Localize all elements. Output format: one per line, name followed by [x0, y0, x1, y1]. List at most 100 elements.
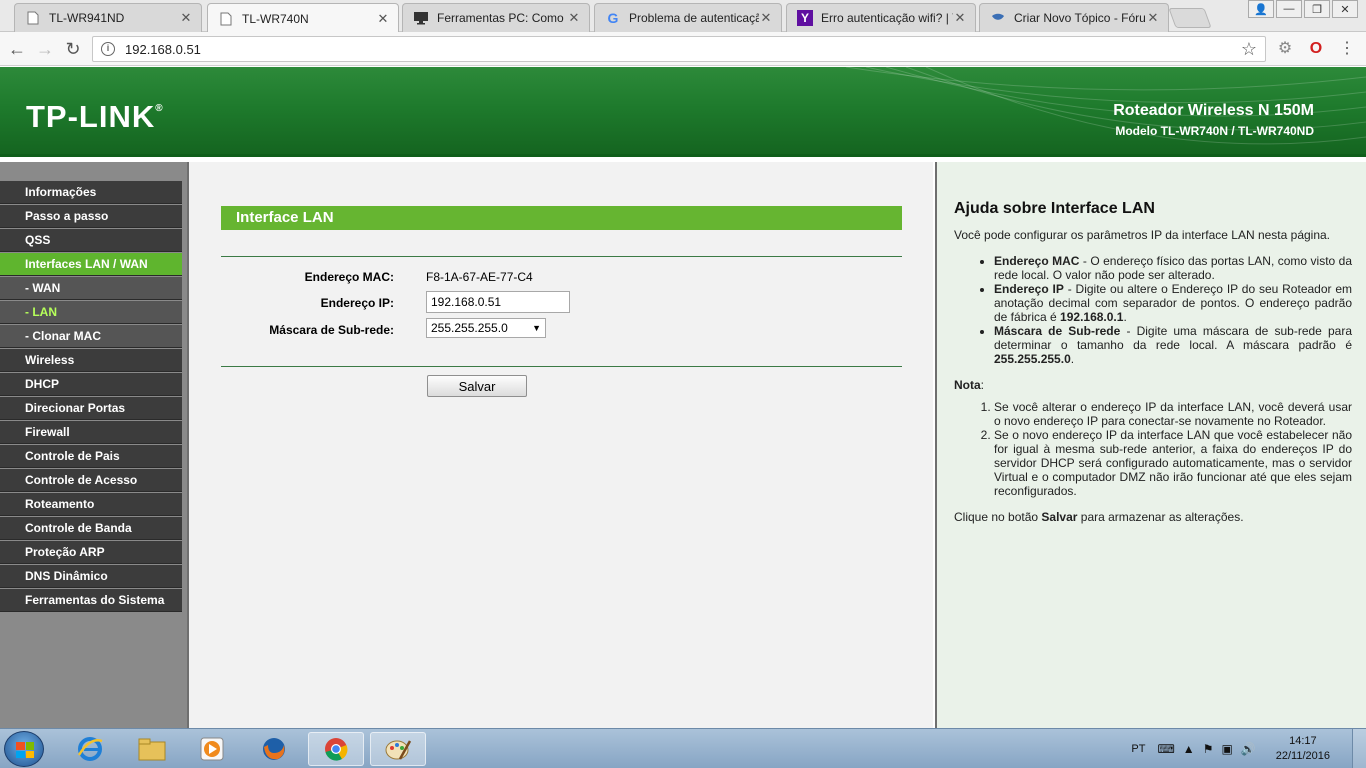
tab-tl-wr740n[interactable]: TL-WR740N ✕: [207, 3, 399, 33]
extension-icon[interactable]: ⚙: [1274, 38, 1296, 60]
action-center-icon[interactable]: ⚑: [1203, 742, 1214, 756]
close-icon[interactable]: ✕: [567, 11, 581, 25]
mac-value: F8-1A-67-AE-77-C4: [426, 270, 533, 284]
tab-problema-autenticacao[interactable]: G Problema de autenticaçã ✕: [594, 3, 782, 32]
address-bar[interactable]: i 192.168.0.51 ☆: [92, 36, 1266, 62]
mask-label: Máscara de Sub-rede:: [269, 323, 394, 337]
sidebar-item-roteamento[interactable]: Roteamento: [0, 493, 182, 516]
help-bullet: Endereço MAC - O endereço físico das por…: [994, 254, 1352, 282]
tab-title: Problema de autenticaçã: [629, 11, 759, 25]
sidebar-item-dns-dinâmico[interactable]: DNS Dinâmico: [0, 565, 182, 588]
sidebar-item-firewall[interactable]: Firewall: [0, 421, 182, 444]
main-content: Interface LAN Endereço MAC: F8-1A-67-AE-…: [187, 162, 933, 728]
help-note: Se você alterar o endereço IP da interfa…: [994, 400, 1352, 428]
sidebar-item-qss[interactable]: QSS: [0, 229, 182, 252]
subnet-mask-select[interactable]: 255.255.255.0 ▼: [426, 318, 546, 338]
tab-ferramentas-pc[interactable]: Ferramentas PC: Como li ✕: [402, 3, 590, 32]
windows-logo-icon: [16, 742, 34, 758]
product-line: Roteador Wireless N 150M: [1113, 102, 1314, 119]
sidebar-menu: Informações Passo a passo QSS Interfaces LA…: [0, 181, 182, 613]
subnet-mask-value: 255.255.255.0: [431, 321, 508, 335]
tab-title: Erro autenticação wifi? | Y: [821, 11, 953, 25]
paint-icon[interactable]: [370, 732, 426, 766]
ie-icon[interactable]: [62, 732, 118, 766]
product-info: Roteador Wireless N 150M Modelo TL-WR740…: [1113, 102, 1314, 138]
system-tray: PT ⌨ ▲ ⚑ ▣ 🔊 14:17 22/11/2016: [1131, 729, 1330, 768]
clock-time: 14:17: [1289, 735, 1317, 747]
media-player-icon[interactable]: [184, 732, 240, 766]
sidebar-item-controle-de-pais[interactable]: Controle de Pais: [0, 445, 182, 468]
tab-title: Ferramentas PC: Como li: [437, 11, 567, 25]
bookmark-star-icon[interactable]: ☆: [1241, 39, 1257, 60]
close-icon[interactable]: ✕: [376, 11, 390, 26]
close-icon[interactable]: ✕: [179, 11, 193, 25]
sidebar-item-clonar-mac[interactable]: - Clonar MAC: [0, 325, 182, 348]
sidebar-item-dhcp[interactable]: DHCP: [0, 373, 182, 396]
help-title: Ajuda sobre Interface LAN: [954, 200, 1155, 217]
close-icon[interactable]: ✕: [759, 11, 773, 25]
sidebar-item-controle-de-banda[interactable]: Controle de Banda: [0, 517, 182, 540]
help-note: Se o novo endereço IP da interface LAN q…: [994, 428, 1352, 498]
help-note-list: Se você alterar o endereço IP da interfa…: [994, 400, 1352, 498]
sidebar-item-interfaces-lan-wan[interactable]: Interfaces LAN / WAN: [0, 253, 182, 276]
help-bullet: Endereço IP - Digite ou altere o Endereç…: [994, 282, 1352, 324]
sidebar-item-wan[interactable]: - WAN: [0, 277, 182, 300]
tab-tl-wr941nd[interactable]: TL-WR941ND ✕: [14, 3, 202, 32]
close-icon[interactable]: ✕: [1146, 11, 1160, 25]
mac-label: Endereço MAC:: [304, 270, 394, 284]
language-indicator[interactable]: PT: [1131, 743, 1145, 755]
network-icon[interactable]: ▣: [1221, 742, 1232, 756]
sidebar-item-passo-a-passo[interactable]: Passo a passo: [0, 205, 182, 228]
sidebar-item-controle-de-acesso[interactable]: Controle de Acesso: [0, 469, 182, 492]
start-button[interactable]: [4, 731, 44, 767]
sidebar-item-ferramentas-do-sistema[interactable]: Ferramentas do Sistema: [0, 589, 182, 612]
close-icon[interactable]: ✕: [953, 11, 967, 25]
close-window-button[interactable]: ✕: [1332, 0, 1358, 18]
save-button[interactable]: Salvar: [427, 375, 527, 397]
user-icon[interactable]: 👤: [1248, 0, 1274, 18]
yahoo-icon: Y: [797, 10, 813, 26]
page-title: Interface LAN: [221, 206, 902, 230]
mask-row: Máscara de Sub-rede: 255.255.255.0 ▼: [221, 318, 902, 342]
info-icon[interactable]: i: [101, 42, 115, 56]
sidebar-item-informações[interactable]: Informações: [0, 181, 182, 204]
ip-address-input[interactable]: [426, 291, 570, 313]
tp-link-logo: TP-LINK®: [26, 99, 164, 134]
tab-criar-novo-topico[interactable]: Criar Novo Tópico - Fóru ✕: [979, 3, 1169, 32]
ip-row: Endereço IP:: [221, 291, 902, 315]
reload-icon[interactable]: ↻: [62, 38, 84, 60]
page-icon: [25, 10, 41, 26]
restore-button[interactable]: ❐: [1304, 0, 1330, 18]
volume-icon[interactable]: 🔊: [1241, 742, 1256, 756]
new-tab-button[interactable]: [1168, 8, 1212, 28]
mac-row: Endereço MAC: F8-1A-67-AE-77-C4: [221, 265, 902, 289]
opera-icon[interactable]: O: [1305, 38, 1327, 60]
divider: [221, 366, 902, 367]
tab-erro-autenticacao[interactable]: Y Erro autenticação wifi? | Y ✕: [786, 3, 976, 32]
clock[interactable]: 14:17 22/11/2016: [1276, 734, 1330, 764]
google-icon: G: [607, 10, 619, 26]
show-desktop-button[interactable]: [1352, 729, 1366, 768]
divider: [221, 256, 902, 257]
menu-icon[interactable]: ⋮: [1336, 38, 1358, 60]
help-note-heading: Nota:: [954, 378, 985, 392]
back-arrow-icon[interactable]: ←: [6, 38, 28, 60]
sidebar-item-direcionar-portas[interactable]: Direcionar Portas: [0, 397, 182, 420]
help-intro: Você pode configurar os parâmetros IP da…: [954, 228, 1331, 242]
sidebar: Informações Passo a passo QSS Interfaces LA…: [0, 162, 187, 728]
keyboard-icon[interactable]: ⌨: [1157, 742, 1174, 756]
sidebar-item-wireless[interactable]: Wireless: [0, 349, 182, 372]
sidebar-item-proteção-arp[interactable]: Proteção ARP: [0, 541, 182, 564]
help-panel: Ajuda sobre Interface LAN Você pode conf…: [935, 162, 1366, 728]
page-icon: [218, 11, 234, 27]
folder-icon[interactable]: [124, 732, 180, 766]
help-bullet: Máscara de Sub-rede - Digite uma máscara…: [994, 324, 1352, 366]
forward-arrow-icon[interactable]: →: [34, 38, 56, 60]
sidebar-item-lan[interactable]: - LAN: [0, 301, 182, 324]
clock-date: 22/11/2016: [1275, 750, 1330, 762]
firefox-icon[interactable]: [246, 732, 302, 766]
show-hidden-icons-icon[interactable]: ▲: [1183, 742, 1195, 756]
minimize-button[interactable]: —: [1276, 0, 1302, 18]
windows-taskbar: PT ⌨ ▲ ⚑ ▣ 🔊 14:17 22/11/2016: [0, 728, 1366, 768]
chrome-icon[interactable]: [308, 732, 364, 766]
